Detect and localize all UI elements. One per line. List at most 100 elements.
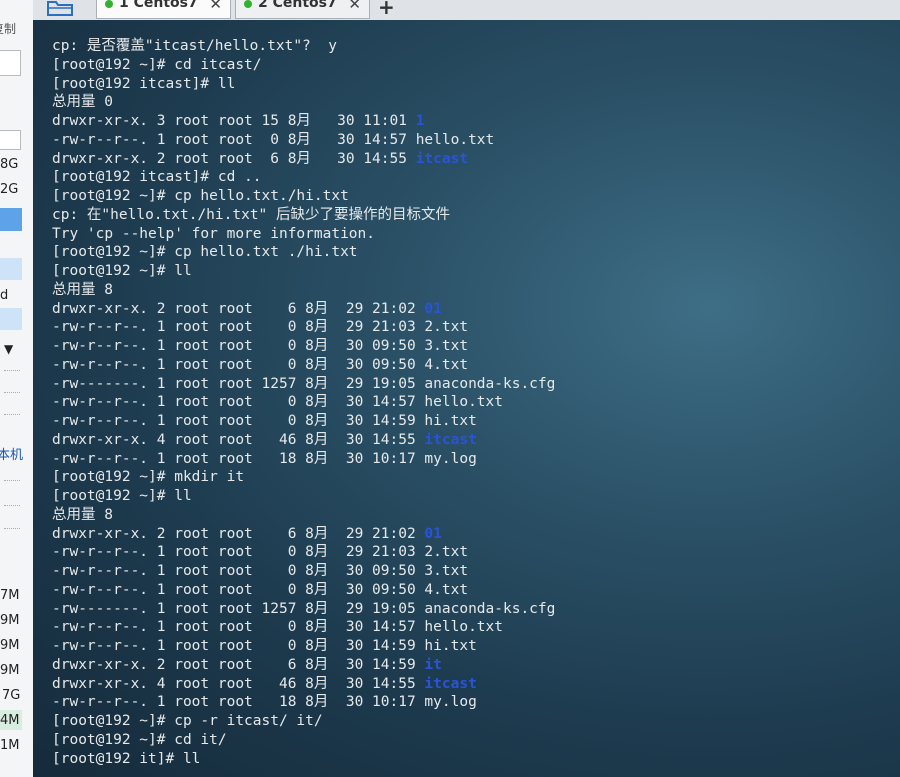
terminal-line: [root@192 ~]# ll xyxy=(52,262,555,281)
terminal-text: -rw-r--r--. 1 root root 0 8月 30 14:59 hi… xyxy=(52,413,477,429)
directory-name: itcast xyxy=(424,675,477,692)
terminal-line: [root@192 ~]# ll xyxy=(52,487,555,506)
side-size-4: 9M xyxy=(0,663,20,678)
terminal-line: -rw-r--r--. 1 root root 0 8月 30 09:50 4.… xyxy=(52,356,555,375)
side-field[interactable] xyxy=(0,130,21,150)
terminal-text: -rw-------. 1 root root 1257 8月 29 19:05… xyxy=(52,375,556,392)
terminal-text: 总用量 8 xyxy=(52,506,113,523)
terminal-text: -rw-------. 1 root root 1257 8月 29 19:05… xyxy=(52,600,556,617)
terminal-text: -rw-r--r--. 1 root root 0 8月 29 21:03 2.… xyxy=(52,319,469,336)
terminal-line: -rw-r--r--. 1 root root 0 8月 30 14:57 he… xyxy=(52,618,555,637)
terminal-text: -rw-r--r--. 1 root root 0 8月 30 14:57 he… xyxy=(52,131,495,148)
terminal-text: [root@192 ~]# cp hello.txt./hi.txt xyxy=(52,188,349,204)
terminal-line: -rw-r--r--. 1 root root 0 8月 30 14:59 hi… xyxy=(52,637,555,656)
side-row[interactable] xyxy=(0,258,22,280)
terminal-line: drwxr-xr-x. 2 root root 6 8月 30 14:59 it xyxy=(52,656,555,675)
terminal-line: [root@192 itcast]# ll xyxy=(52,75,555,94)
close-icon[interactable]: ✕ xyxy=(209,0,222,13)
terminal-text: [root@192 ~]# cp hello.txt ./hi.txt xyxy=(52,244,358,261)
terminal-text: -rw-r--r--. 1 root root 0 8月 30 09:50 4.… xyxy=(52,356,469,373)
terminal-line: [root@192 ~]# cp -r itcast/ it/ xyxy=(52,712,555,731)
terminal-line: [root@192 ~]# cd itcast/ xyxy=(52,56,555,75)
side-divider xyxy=(4,392,20,393)
side-value-2: 2G xyxy=(0,182,19,197)
tab-centos7-1[interactable]: 1 Centos7 ✕ xyxy=(96,0,231,19)
terminal-text: [root@192 ~]# ll xyxy=(52,488,192,504)
terminal-line: -rw-r--r--. 1 root root 0 8月 30 09:50 3.… xyxy=(52,337,555,356)
directory-name: itcast xyxy=(424,431,477,448)
terminal-line: drwxr-xr-x. 2 root root 6 8月 29 21:02 01 xyxy=(52,525,555,544)
terminal-text: -rw-r--r--. 1 root root 18 8月 30 10:17 m… xyxy=(52,694,477,711)
terminal-line: -rw-r--r--. 1 root root 18 8月 30 10:17 m… xyxy=(52,450,555,469)
terminal-line: [root@192 ~]# cd it/ xyxy=(52,731,555,750)
terminal-line: cp: 是否覆盖"itcast/hello.txt"? y xyxy=(52,37,555,56)
side-divider xyxy=(4,370,20,371)
terminal-line: -rw-r--r--. 1 root root 18 8月 30 10:17 m… xyxy=(52,693,555,712)
terminal-text: drwxr-xr-x. 3 root root 15 8月 30 11:01 xyxy=(52,113,416,129)
terminal-line: drwxr-xr-x. 4 root root 46 8月 30 14:55 i… xyxy=(52,675,555,694)
dropdown-arrow-icon[interactable]: ▼ xyxy=(4,342,13,356)
side-divider xyxy=(4,528,20,529)
terminal-line: -rw-r--r--. 1 root root 0 8月 30 09:50 3.… xyxy=(52,562,555,581)
terminal-text: drwxr-xr-x. 2 root root 6 8月 30 14:59 xyxy=(52,656,425,673)
terminal-line: -rw-------. 1 root root 1257 8月 29 19:05… xyxy=(52,600,555,619)
close-icon[interactable]: ✕ xyxy=(348,0,361,13)
terminal-text: [root@192 ~]# cp -r itcast/ it/ xyxy=(52,713,323,729)
terminal-text: drwxr-xr-x. 2 root root 6 8月 29 21:02 xyxy=(52,300,425,317)
tab-centos7-2[interactable]: 2 Centos7 ✕ xyxy=(235,0,370,19)
terminal-text: [root@192 it]# ll xyxy=(52,750,201,767)
terminal-text: [root@192 ~]# cd itcast/ xyxy=(52,56,262,73)
terminal-line: -rw-r--r--. 1 root root 0 8月 30 14:57 he… xyxy=(52,393,555,412)
terminal-line: drwxr-xr-x. 2 root root 6 8月 29 21:02 01 xyxy=(52,300,555,319)
side-size-7: 1M xyxy=(0,738,20,753)
side-size-2: 9M xyxy=(0,613,20,628)
terminal-text: [root@192 ~]# cd it/ xyxy=(52,731,227,748)
terminal-line: Try 'cp --help' for more information. xyxy=(52,225,555,244)
terminal-line: drwxr-xr-x. 2 root root 6 8月 30 14:55 it… xyxy=(52,150,555,169)
terminal-line: cp: 在"hello.txt./hi.txt" 后缺少了要操作的目标文件 xyxy=(52,206,555,225)
directory-name: it xyxy=(424,656,442,673)
terminal-text: drwxr-xr-x. 4 root root 46 8月 30 14:55 xyxy=(52,431,425,448)
terminal-text: -rw-r--r--. 1 root root 0 8月 30 14:59 hi… xyxy=(52,638,477,654)
terminal-line: 总用量 0 xyxy=(52,93,555,112)
terminal-text: [root@192 ~]# mkdir it xyxy=(52,469,245,486)
terminal-text: 总用量 8 xyxy=(52,281,113,298)
terminal-line: -rw-r--r--. 1 root root 0 8月 30 09:50 4.… xyxy=(52,581,555,600)
side-size-5: 7G xyxy=(2,688,21,703)
terminal-text: -rw-r--r--. 1 root root 0 8月 30 14:57 he… xyxy=(52,619,503,636)
terminal-line: 总用量 8 xyxy=(52,506,555,525)
folder-icon[interactable] xyxy=(45,0,75,18)
side-value-1: 8G xyxy=(0,157,19,172)
add-tab-icon[interactable]: + xyxy=(378,0,395,19)
copy-label: 复制 xyxy=(0,22,17,36)
directory-name: itcast xyxy=(415,150,469,167)
side-row-2[interactable] xyxy=(0,308,22,330)
terminal-text: drwxr-xr-x. 2 root root 6 8月 30 14:55 xyxy=(52,150,416,167)
terminal-line: -rw-r--r--. 1 root root 0 8月 30 14:59 hi… xyxy=(52,412,555,431)
terminal-text: cp: 是否覆盖"itcast/hello.txt"? y xyxy=(52,38,337,54)
terminal-text: cp: 在"hello.txt./hi.txt" 后缺少了要操作的目标文件 xyxy=(52,206,451,223)
terminal-line: -rw-r--r--. 1 root root 0 8月 29 21:03 2.… xyxy=(52,543,555,562)
terminal-line: 总用量 8 xyxy=(52,281,555,300)
side-size-3: 9M xyxy=(0,638,20,653)
terminal-text: -rw-r--r--. 1 root root 0 8月 30 09:50 3.… xyxy=(52,338,469,354)
directory-name: 1 xyxy=(415,113,425,129)
side-size-1: 7M xyxy=(0,588,20,603)
terminal-output: cp: 是否覆盖"itcast/hello.txt"? y [root@192 ~… xyxy=(52,37,555,768)
connected-status-icon xyxy=(105,0,113,8)
terminal-text: drwxr-xr-x. 2 root root 6 8月 29 21:02 xyxy=(52,525,425,542)
terminal-line: -rw-------. 1 root root 1257 8月 29 19:05… xyxy=(52,375,555,394)
local-link[interactable]: 本机 xyxy=(0,444,23,463)
side-input[interactable] xyxy=(0,50,21,76)
terminal-text: -rw-r--r--. 1 root root 0 8月 29 21:03 2.… xyxy=(52,544,469,561)
terminal-line: [root@192 ~]# mkdir it xyxy=(52,468,555,487)
side-selected-row[interactable] xyxy=(0,208,22,231)
terminal-window[interactable]: cp: 是否覆盖"itcast/hello.txt"? y [root@192 ~… xyxy=(33,20,900,777)
terminal-text: -rw-r--r--. 1 root root 0 8月 30 14:57 he… xyxy=(52,394,503,411)
side-value-3: d xyxy=(0,288,9,303)
side-size-6: 4M xyxy=(0,713,20,728)
terminal-text: [root@192 itcast]# cd .. xyxy=(52,169,262,186)
side-panel: 复制 8G 2G d ▼ 本机 7M 9M 9M 9M 7G 4M 1M xyxy=(0,0,34,777)
directory-name: 01 xyxy=(424,525,442,542)
terminal-text: 总用量 0 xyxy=(52,94,113,111)
